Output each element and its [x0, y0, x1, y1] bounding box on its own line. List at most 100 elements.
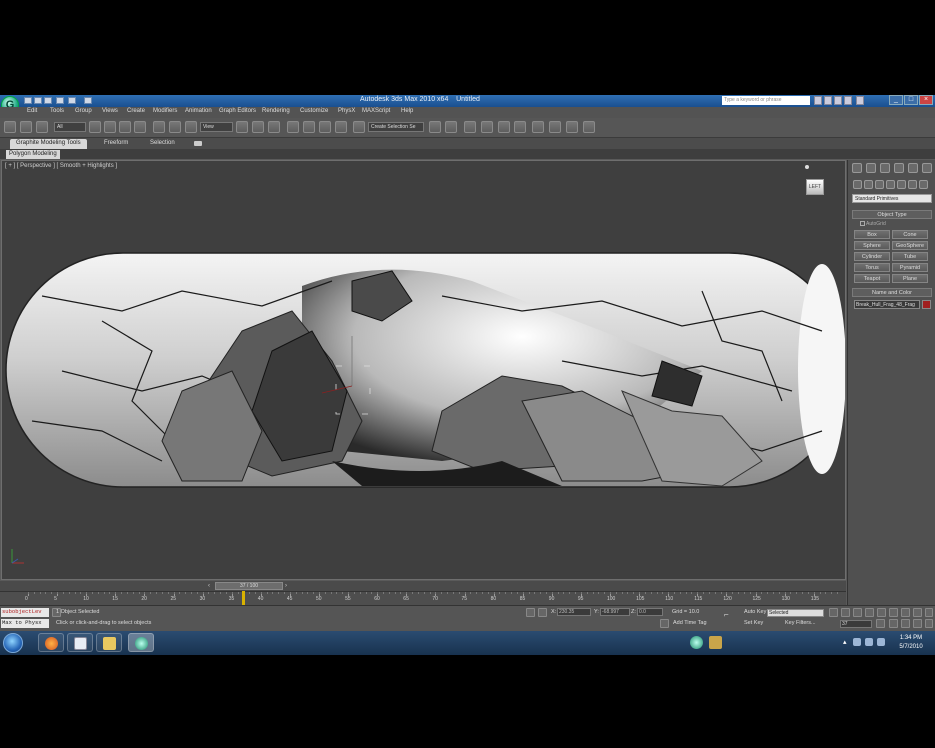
pivot-center-icon[interactable]: [236, 121, 248, 133]
menu-views[interactable]: Views: [102, 108, 118, 114]
select-and-link-icon[interactable]: [4, 121, 16, 133]
project-folder-icon[interactable]: [84, 97, 92, 104]
display-tab-icon[interactable]: [908, 163, 918, 173]
binoculars-icon[interactable]: [814, 96, 822, 105]
maxscript-listener-input[interactable]: Max to Physx: [1, 619, 49, 628]
tab-freeform[interactable]: Freeform: [98, 139, 134, 149]
object-type-rollout[interactable]: Object Type: [852, 210, 932, 219]
layer-manager-icon[interactable]: [464, 121, 476, 133]
utilities-tab-icon[interactable]: [922, 163, 932, 173]
bind-to-space-warp-icon[interactable]: [36, 121, 48, 133]
name-and-color-rollout[interactable]: Name and Color: [852, 288, 932, 297]
material-editor-icon[interactable]: [532, 121, 544, 133]
rendered-frame-window-icon[interactable]: [566, 121, 578, 133]
explorer-taskbar-button[interactable]: [96, 633, 122, 652]
track-bar[interactable]: 0 5 10 15 20 25 30 35 40 45 50 55 60 65 70 75 80 85 90 95 10…: [0, 591, 846, 605]
plane-button[interactable]: Plane: [892, 274, 928, 283]
start-button[interactable]: [3, 633, 23, 653]
align-icon[interactable]: [445, 121, 457, 133]
tab-graphite-modeling-tools[interactable]: Graphite Modeling Tools: [10, 139, 87, 149]
z-coordinate-field[interactable]: 0.0: [637, 608, 663, 616]
set-key-icon[interactable]: ⌐: [724, 610, 736, 620]
maximize-viewport-icon[interactable]: [925, 619, 933, 628]
menu-animation[interactable]: Animation: [185, 108, 212, 114]
show-hidden-icons-icon[interactable]: ▴: [843, 638, 847, 646]
space-warps-icon[interactable]: [908, 180, 917, 189]
graphite-toggle-icon[interactable]: [481, 121, 493, 133]
select-and-move-icon[interactable]: [153, 121, 165, 133]
box-button[interactable]: Box: [854, 230, 890, 239]
auto-key-button[interactable]: Auto Key: [744, 609, 766, 615]
absolute-mode-transform-icon[interactable]: [538, 608, 547, 617]
3dsmax-tray-icon[interactable]: [690, 636, 703, 649]
next-frame-icon[interactable]: [865, 608, 874, 617]
menu-create[interactable]: Create: [127, 108, 145, 114]
teapot-button[interactable]: Teapot: [854, 274, 890, 283]
torus-button[interactable]: Torus: [854, 263, 890, 272]
set-key-button[interactable]: Set Key: [744, 620, 763, 626]
x-coordinate-field[interactable]: 230.35: [557, 608, 591, 616]
go-to-end-icon[interactable]: [877, 608, 886, 617]
modify-tab-icon[interactable]: [866, 163, 876, 173]
undo-icon[interactable]: [56, 97, 64, 104]
firefox-taskbar-button[interactable]: [38, 633, 64, 652]
systems-icon[interactable]: [919, 180, 928, 189]
document-taskbar-button[interactable]: [67, 633, 93, 652]
zoom-icon[interactable]: [889, 608, 898, 617]
tool-tray-icon[interactable]: [709, 636, 722, 649]
zoom-extents-all-icon[interactable]: [925, 608, 933, 617]
menu-customize[interactable]: Customize: [300, 108, 328, 114]
snaps-toggle-icon[interactable]: [287, 121, 299, 133]
zoom-all-icon[interactable]: [901, 608, 910, 617]
menu-physx[interactable]: PhysX: [338, 108, 355, 114]
tube-button[interactable]: Tube: [892, 252, 928, 261]
play-icon[interactable]: [853, 608, 862, 617]
edit-named-selection-icon[interactable]: [353, 121, 365, 133]
flag-tray-icon[interactable]: [853, 638, 861, 646]
select-by-name-icon[interactable]: [104, 121, 116, 133]
help-search-input[interactable]: Type a keyword or phrase: [722, 96, 810, 105]
network-tray-icon[interactable]: [865, 638, 873, 646]
go-to-start-icon[interactable]: [829, 608, 838, 617]
shapes-icon[interactable]: [864, 180, 873, 189]
window-crossing-icon[interactable]: [134, 121, 146, 133]
maximize-button[interactable]: □: [904, 95, 918, 105]
hierarchy-tab-icon[interactable]: [880, 163, 890, 173]
key-filters-button[interactable]: Key Filters...: [785, 620, 816, 626]
favorites-star-icon[interactable]: [844, 96, 852, 105]
object-name-field[interactable]: Break_Hull_Frag_48_Frag: [854, 300, 920, 309]
key-mode-dropdown[interactable]: Selected: [767, 609, 824, 617]
time-configuration-icon[interactable]: [876, 619, 885, 628]
add-time-tag[interactable]: Add Time Tag: [673, 620, 707, 626]
communication-center-icon[interactable]: [834, 96, 842, 105]
angle-snap-icon[interactable]: [303, 121, 315, 133]
time-tag-icon[interactable]: [660, 619, 669, 628]
geosphere-button[interactable]: GeoSphere: [892, 241, 928, 250]
redo-icon[interactable]: [68, 97, 76, 104]
menu-maxscript[interactable]: MAXScript: [362, 108, 390, 114]
lights-icon[interactable]: [875, 180, 884, 189]
current-frame-field[interactable]: 37: [840, 620, 872, 628]
select-and-scale-icon[interactable]: [185, 121, 197, 133]
tab-selection[interactable]: Selection: [144, 139, 181, 149]
select-object-icon[interactable]: [89, 121, 101, 133]
menu-modifiers[interactable]: Modifiers: [153, 108, 177, 114]
unlink-selection-icon[interactable]: [20, 121, 32, 133]
field-of-view-icon[interactable]: [889, 619, 898, 628]
current-frame-marker[interactable]: [242, 591, 246, 605]
helpers-icon[interactable]: [897, 180, 906, 189]
render-setup-icon[interactable]: [549, 121, 561, 133]
cylinder-button[interactable]: Cylinder: [854, 252, 890, 261]
menu-rendering[interactable]: Rendering: [262, 108, 290, 114]
percent-snap-icon[interactable]: [319, 121, 331, 133]
primitive-category-dropdown[interactable]: Standard Primitives: [852, 194, 932, 203]
mirror-icon[interactable]: [429, 121, 441, 133]
rectangular-selection-icon[interactable]: [119, 121, 131, 133]
pan-view-icon[interactable]: [901, 619, 910, 628]
menu-help[interactable]: Help: [401, 108, 413, 114]
new-file-icon[interactable]: [24, 97, 32, 104]
orbit-icon[interactable]: [913, 619, 922, 628]
motion-tab-icon[interactable]: [894, 163, 904, 173]
curve-editor-icon[interactable]: [498, 121, 510, 133]
sphere-button[interactable]: Sphere: [854, 241, 890, 250]
